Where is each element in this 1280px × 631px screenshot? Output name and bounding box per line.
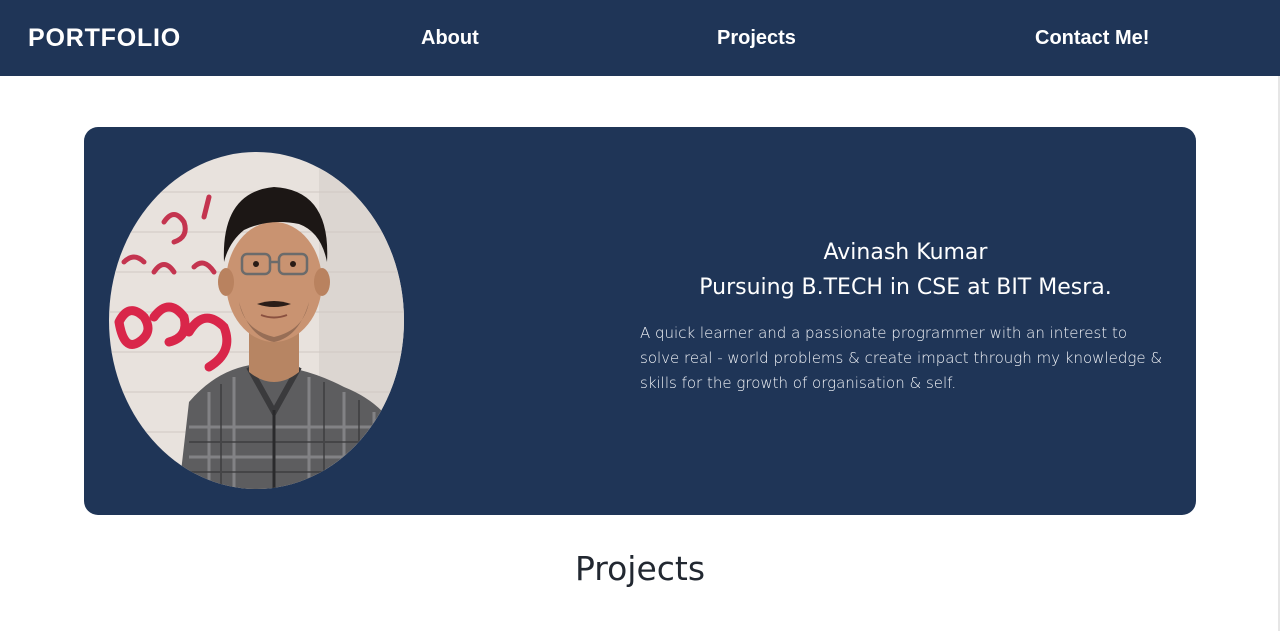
nav-link-projects[interactable]: Projects bbox=[717, 25, 796, 51]
brand-logo[interactable]: PORTFOLIO bbox=[28, 22, 181, 54]
projects-heading: Projects bbox=[574, 549, 706, 588]
hero-bio: A quick learner and a passionate program… bbox=[640, 324, 1163, 392]
nav-link-contact[interactable]: Contact Me! bbox=[1035, 25, 1149, 51]
hero-name: Avinash Kumar bbox=[823, 240, 988, 265]
nav-link-about[interactable]: About bbox=[421, 25, 479, 51]
profile-photo-icon bbox=[109, 152, 404, 489]
navbar: PORTFOLIO About Projects Contact Me! bbox=[0, 0, 1280, 76]
hero-card: Avinash Kumar Pursuing B.TECH in CSE at … bbox=[84, 127, 1196, 515]
avatar bbox=[109, 152, 404, 489]
hero-title: Pursuing B.TECH in CSE at BIT Mesra. bbox=[699, 275, 1112, 300]
